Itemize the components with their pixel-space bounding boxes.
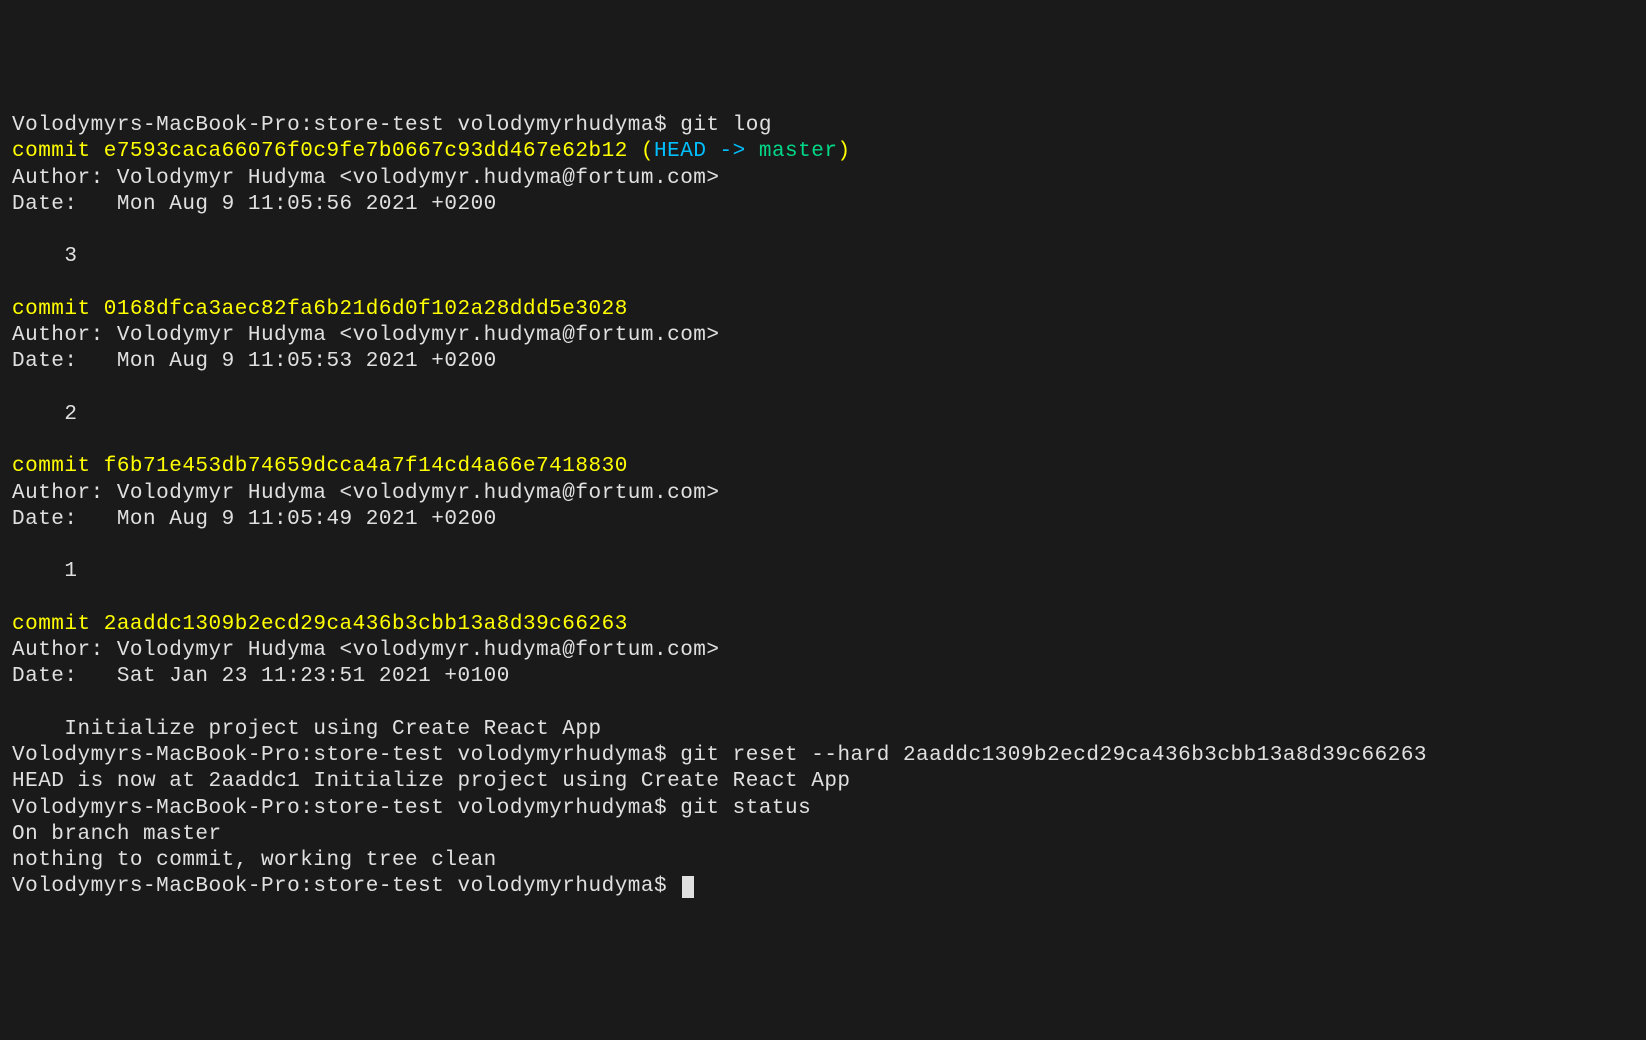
commit-author-line: Author: Volodymyr Hudyma <volodymyr.hudy… — [12, 638, 1634, 664]
commit-date-line: Date: Sat Jan 23 11:23:51 2021 +0100 — [12, 664, 1634, 690]
commit-author-line: Author: Volodymyr Hudyma <volodymyr.hudy… — [12, 481, 1634, 507]
commit-date-line: Date: Mon Aug 9 11:05:49 2021 +0200 — [12, 507, 1634, 533]
terminal-output[interactable]: Volodymyrs-MacBook-Pro:store-test volody… — [12, 113, 1634, 901]
prompt-line-active[interactable]: Volodymyrs-MacBook-Pro:store-test volody… — [12, 874, 1634, 900]
commit-author-line: Author: Volodymyr Hudyma <volodymyr.hudy… — [12, 166, 1634, 192]
commit-author-line: Author: Volodymyr Hudyma <volodymyr.hudy… — [12, 323, 1634, 349]
commit-date-line: Date: Mon Aug 9 11:05:56 2021 +0200 — [12, 192, 1634, 218]
blank-line — [12, 428, 1634, 454]
commit-message-line: Initialize project using Create React Ap… — [12, 717, 1634, 743]
prompt-line: Volodymyrs-MacBook-Pro:store-test volody… — [12, 113, 1634, 139]
commit-hash-line: commit 2aaddc1309b2ecd29ca436b3cbb13a8d3… — [12, 612, 1634, 638]
status-branch-line: On branch master — [12, 822, 1634, 848]
prompt-line: Volodymyrs-MacBook-Pro:store-test volody… — [12, 743, 1634, 769]
cursor — [682, 876, 694, 898]
commit-date-line: Date: Mon Aug 9 11:05:53 2021 +0200 — [12, 349, 1634, 375]
blank-line — [12, 271, 1634, 297]
commit-message-line: 1 — [12, 559, 1634, 585]
blank-line — [12, 376, 1634, 402]
blank-line — [12, 533, 1634, 559]
blank-line — [12, 218, 1634, 244]
commit-message-line: 2 — [12, 402, 1634, 428]
reset-output-line: HEAD is now at 2aaddc1 Initialize projec… — [12, 769, 1634, 795]
blank-line — [12, 586, 1634, 612]
prompt-line: Volodymyrs-MacBook-Pro:store-test volody… — [12, 796, 1634, 822]
blank-line — [12, 691, 1634, 717]
commit-hash-line: commit 0168dfca3aec82fa6b21d6d0f102a28dd… — [12, 297, 1634, 323]
commit-hash-line: commit f6b71e453db74659dcca4a7f14cd4a66e… — [12, 454, 1634, 480]
commit-message-line: 3 — [12, 244, 1634, 270]
status-clean-line: nothing to commit, working tree clean — [12, 848, 1634, 874]
commit-hash-line: commit e7593caca66076f0c9fe7b0667c93dd46… — [12, 139, 1634, 165]
